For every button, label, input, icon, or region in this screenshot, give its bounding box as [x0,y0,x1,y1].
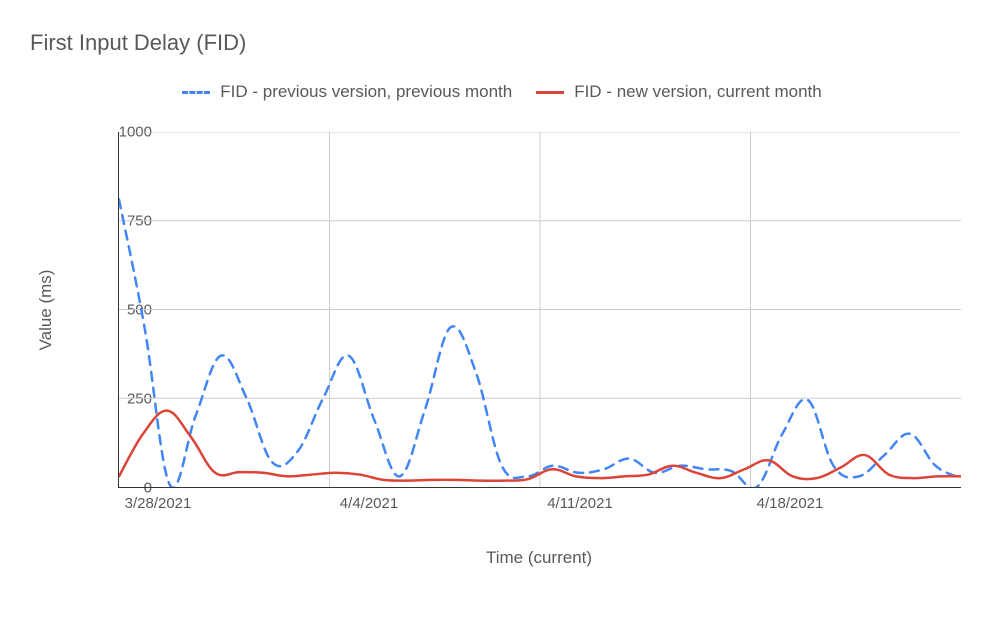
legend-swatch-solid [536,91,564,94]
plot-area [118,132,961,488]
data-lines [119,132,961,487]
legend: FID - previous version, previous month F… [0,82,1004,102]
legend-swatch-dashed [182,91,210,94]
chart-title: First Input Delay (FID) [30,30,246,56]
series-line-1 [119,411,961,481]
legend-label-current: FID - new version, current month [574,82,822,102]
x-tick-3: 4/18/2021 [757,495,824,512]
legend-item-current: FID - new version, current month [536,82,822,102]
series-line-0 [119,199,961,487]
y-axis-label: Value (ms) [36,270,56,351]
legend-item-previous: FID - previous version, previous month [182,82,512,102]
legend-label-previous: FID - previous version, previous month [220,82,512,102]
x-tick-1: 4/4/2021 [340,495,398,512]
chart-container: First Input Delay (FID) FID - previous v… [0,0,1004,620]
x-tick-0: 3/28/2021 [125,495,192,512]
x-tick-2: 4/11/2021 [547,495,613,512]
x-axis-label: Time (current) [486,548,592,568]
